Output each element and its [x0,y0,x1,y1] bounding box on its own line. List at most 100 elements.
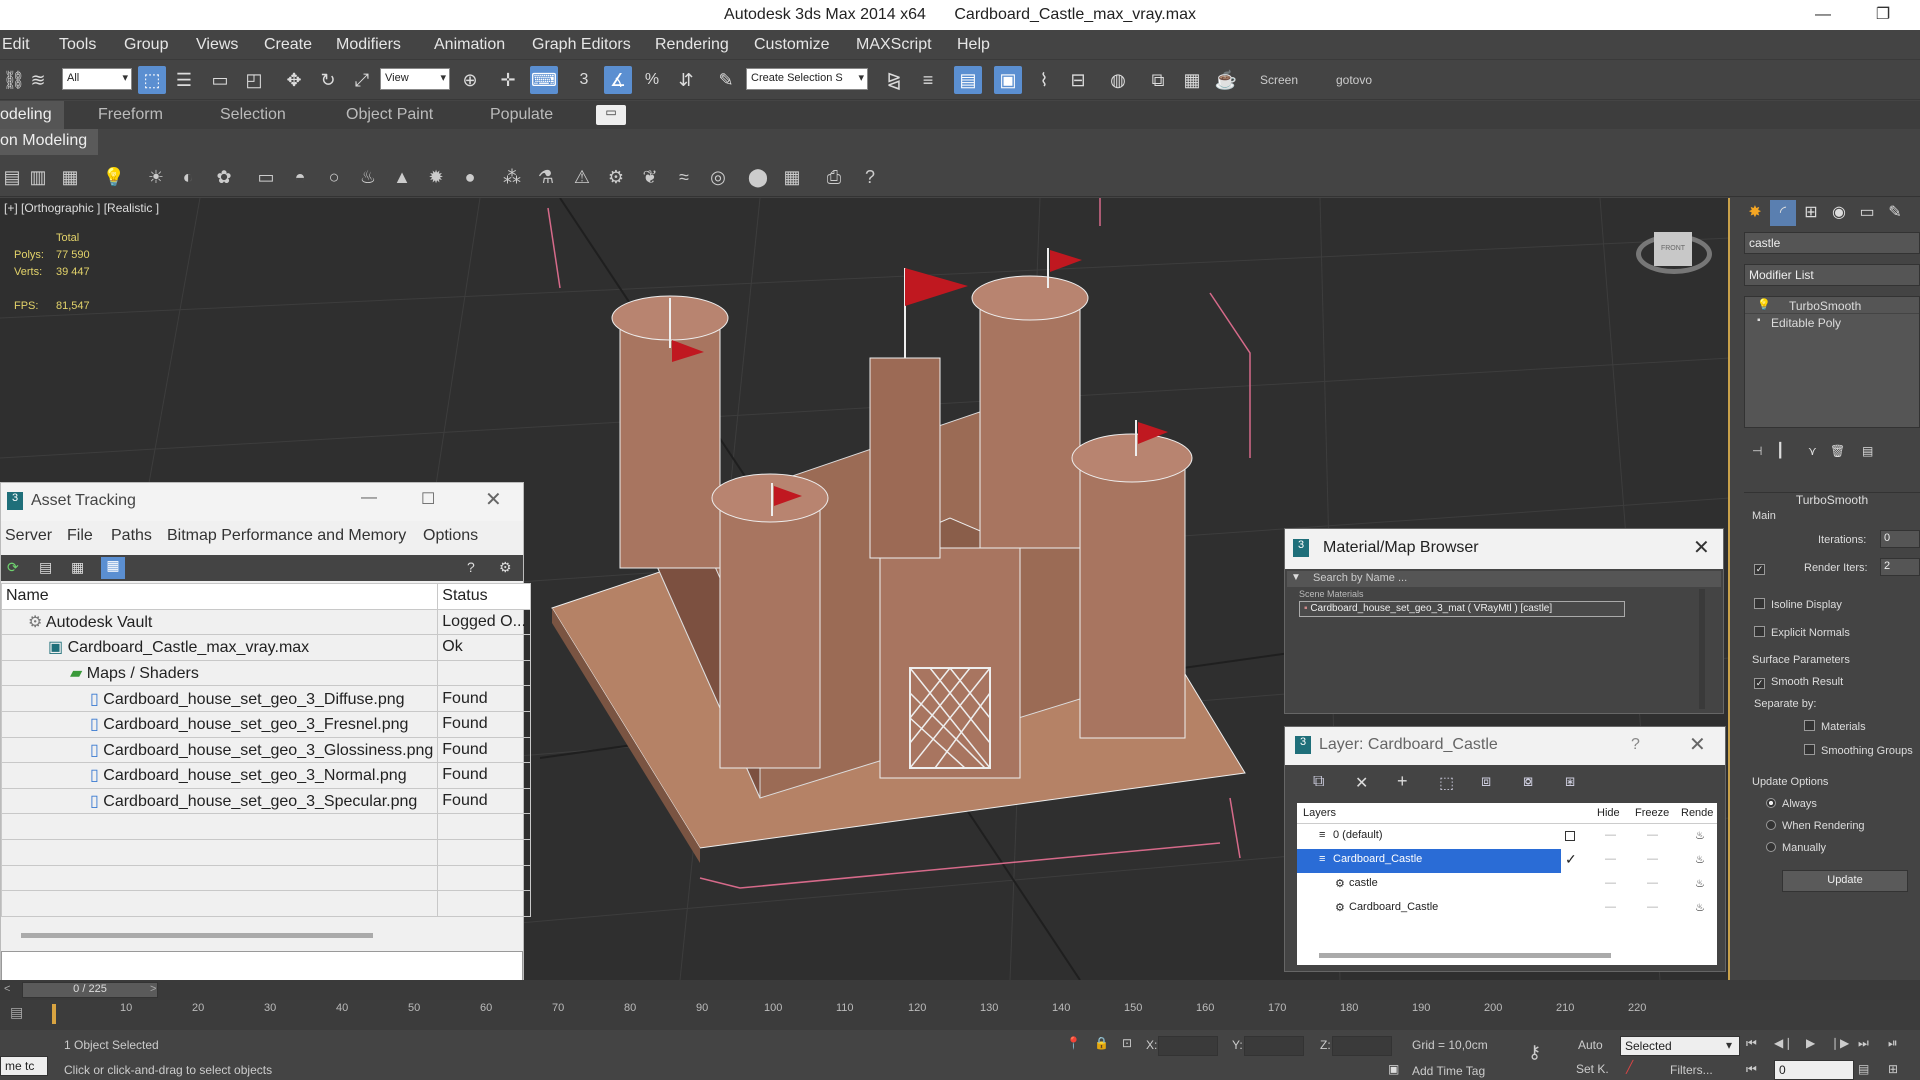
render-iters-spinner[interactable]: 2 [1880,558,1920,576]
settings-icon[interactable]: ⚙ [499,559,512,576]
screen-label[interactable]: Screen [1260,73,1298,87]
container-icon[interactable]: ▦ [58,165,82,189]
table-view-icon[interactable]: ▦ [101,557,125,579]
menu-graph-editors[interactable]: Graph Editors [532,36,631,54]
update-button[interactable]: Update [1782,870,1908,892]
render-iters-checkbox[interactable]: ✓ [1754,562,1771,575]
table-row[interactable]: ▯ Cardboard_house_set_geo_3_Specular.png… [0,787,531,815]
polygon-modeling-label[interactable]: on Modeling [0,129,98,155]
z-coordinate-field[interactable] [1332,1036,1392,1056]
delete-layer-icon[interactable]: ✕ [1355,773,1368,793]
teapot-icon[interactable]: ♨ [356,165,380,189]
horizontal-scrollbar[interactable] [21,933,373,938]
layer-row[interactable]: ≡ 0 (default) — — ♨ [1297,825,1717,849]
key-mode-dropdown[interactable]: Selected [1620,1036,1740,1056]
active-layer-checkmark[interactable]: ✓ [1565,851,1577,868]
remove-modifier-icon[interactable]: 🗑 [1830,444,1845,458]
asset-menu-bitmap-performance[interactable]: Bitmap Performance and Memory [167,527,406,545]
previous-key-icon[interactable]: ◀❘ [1774,1036,1793,1050]
go-to-start-icon[interactable]: ⏮ [1746,1036,1757,1051]
keyboard-shortcut-override-icon[interactable]: ⌨ [530,66,558,94]
smooth-result-checkbox[interactable]: ✓ Smooth Result [1754,676,1843,689]
ribbon-toggle-icon[interactable]: ▣ [994,66,1022,94]
rectangular-selection-icon[interactable]: ▭ [206,66,234,94]
column-status[interactable]: Status [437,583,531,610]
tab-selection[interactable]: Selection [220,106,286,124]
sphere-light-icon[interactable]: ● [458,165,482,189]
layer-manager-icon[interactable]: ▤ [954,66,982,94]
bind-spacewarp-icon[interactable]: ≋ [24,66,52,94]
render-icon[interactable]: ⎙ [822,165,846,189]
key-filter-icon[interactable]: ╱ [1626,1060,1633,1074]
rollout-turbosmooth-title[interactable]: TurboSmooth [1744,492,1920,507]
key-mode-toggle-icon[interactable]: ⏮ [1746,1062,1757,1077]
maximize-button[interactable]: ☐ [421,489,435,509]
time-slider[interactable]: < 0 / 225 > [0,980,1920,1000]
zoom-extents-icon[interactable]: ⊞ [1888,1062,1898,1076]
filters-button[interactable]: Filters... [1670,1063,1713,1077]
scene-materials-section[interactable]: Scene Materials [1299,589,1364,599]
light-bulb-icon[interactable]: 💡 [1757,298,1771,311]
modifier-stack-item[interactable]: ▪ Editable Poly [1745,314,1919,331]
isolate-icon[interactable]: 📍 [1066,1036,1081,1050]
render-teapot-icon[interactable]: ♨ [1695,901,1705,914]
layer-manager-titlebar[interactable]: 3 Layer: Cardboard_Castle ? ✕ [1285,727,1725,765]
menu-edit[interactable]: Edit [2,36,30,54]
iterations-spinner[interactable]: 0 [1880,530,1920,548]
when-rendering-radio[interactable]: When Rendering [1766,820,1865,832]
mini-curve-editor-icon[interactable]: ▤ [10,1004,23,1021]
hide-all-icon[interactable]: ⧇ [1523,773,1533,791]
table-row[interactable]: ▯ Cardboard_house_set_geo_3_Fresnel.png … [0,710,531,738]
select-layer-icon[interactable]: ⬚ [1439,773,1454,793]
proxy-icon[interactable]: ⚗ [534,165,558,189]
render-teapot-icon[interactable]: ♨ [1695,829,1705,842]
tab-freeform[interactable]: Freeform [98,106,163,124]
named-selection-sets-dropdown[interactable]: Create Selection S [746,68,868,90]
column-render[interactable]: Rende [1681,807,1713,819]
column-hide[interactable]: Hide [1597,807,1620,819]
box-primitive-icon[interactable]: ▭ [254,165,278,189]
hierarchy-tab-icon[interactable]: ⊞ [1798,200,1824,226]
frame-buffer-icon[interactable]: ▦ [780,165,804,189]
next-key-icon[interactable]: ❘▶ [1830,1036,1849,1050]
materials-checkbox[interactable]: Materials [1804,720,1866,733]
menu-animation[interactable]: Animation [434,36,505,54]
rotate-icon[interactable]: ↻ [314,66,342,94]
camera-icon[interactable]: ◎ [706,165,730,189]
move-icon[interactable]: ✥ [280,66,308,94]
highlight-layer-icon[interactable]: ⧈ [1481,773,1491,791]
light-lister-icon[interactable]: 💡 [102,165,126,189]
always-radio[interactable]: Always [1766,798,1817,810]
plane-primitive-icon[interactable]: ◓ [288,165,312,189]
modifier-editable-poly[interactable]: Editable Poly [1771,316,1841,330]
close-button[interactable]: ✕ [485,487,502,512]
asset-menu-file[interactable]: File [67,527,93,545]
snaps-toggle-icon[interactable]: 3 [570,66,598,94]
asset-path-field[interactable] [1,951,523,981]
rendered-frame-icon[interactable]: ▦ [1178,66,1206,94]
spinner-snap-icon[interactable]: ⇵ [672,66,700,94]
material-sphere-icon[interactable]: ⬤ [746,165,770,189]
scene-explorer-icon[interactable]: ▤ [0,165,24,189]
menu-modifiers[interactable]: Modifiers [336,36,401,54]
help-button[interactable]: ? [1631,736,1640,754]
layer-row-selected[interactable]: ≡ Cardboard_Castle ✓ — — ♨ [1297,849,1717,873]
asset-tracking-titlebar[interactable]: 3 Asset Tracking — ☐ ✕ [1,483,523,521]
column-name[interactable]: Name [0,583,439,610]
menu-tools[interactable]: Tools [59,36,96,54]
play-icon[interactable]: ▶ [1806,1036,1815,1050]
frame-counter[interactable]: 0 / 225 [22,982,158,998]
layer-row[interactable]: ⚙ Cardboard_Castle — — ♨ [1297,897,1717,921]
reference-coordinate-dropdown[interactable]: View [380,68,450,90]
render-production-icon[interactable]: ☕ [1212,66,1240,94]
material-editor-icon[interactable]: ◍ [1104,66,1132,94]
material-browser-titlebar[interactable]: 3 Material/Map Browser ✕ [1285,529,1723,569]
make-unique-icon[interactable]: ⋎ [1808,444,1817,458]
render-teapot-icon[interactable]: ♨ [1695,877,1705,890]
render-teapot-icon[interactable]: ♨ [1695,853,1705,866]
mirror-icon[interactable]: ⧎ [880,66,908,94]
select-manipulate-icon[interactable]: ✛ [494,66,522,94]
asset-menu-paths[interactable]: Paths [111,527,152,545]
horizontal-scrollbar[interactable] [1319,953,1611,958]
y-coordinate-field[interactable] [1244,1036,1304,1056]
